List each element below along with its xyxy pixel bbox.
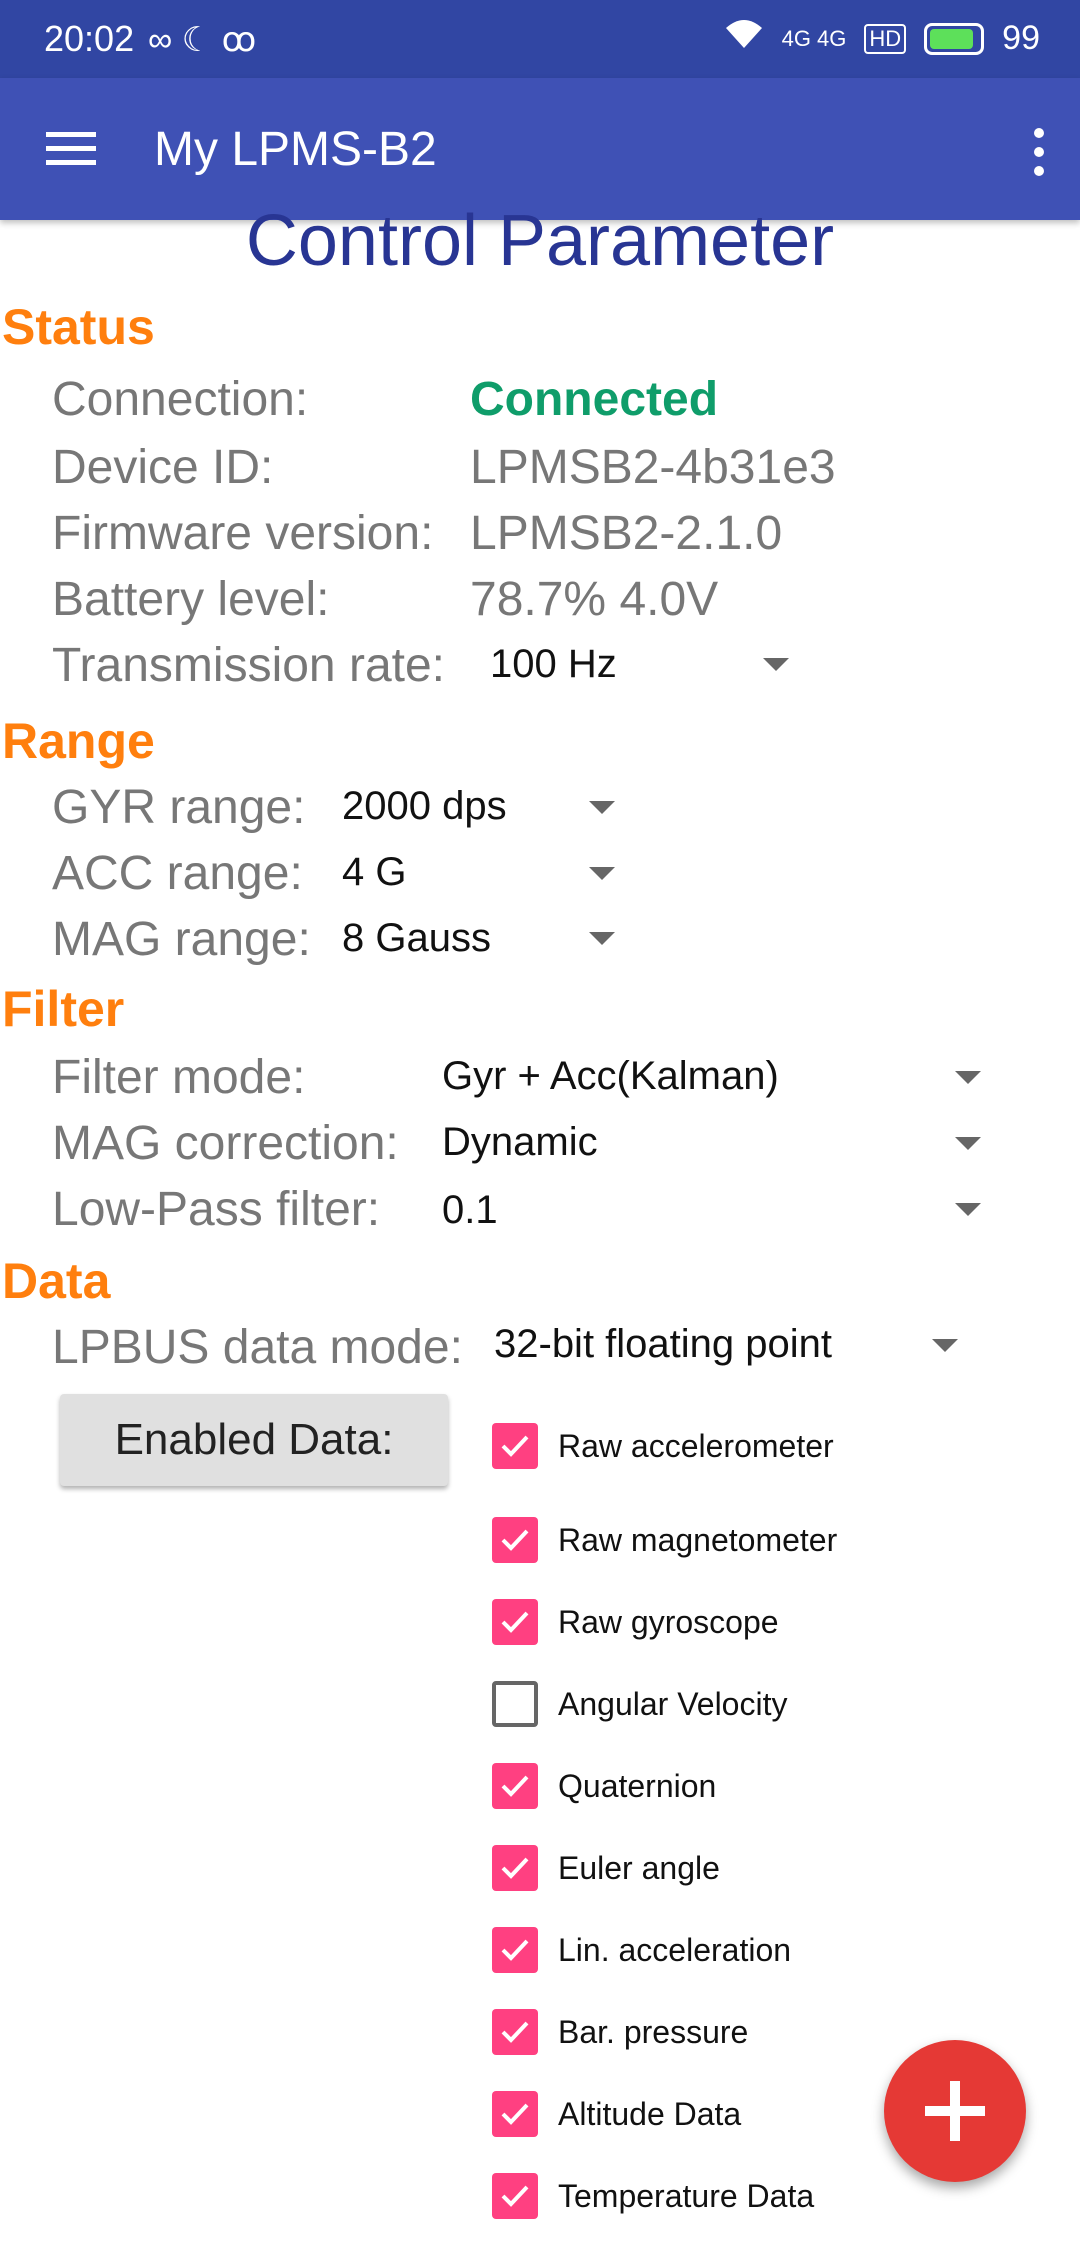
checkbox-checked-icon[interactable] <box>492 1517 538 1563</box>
checkbox-checked-icon[interactable] <box>492 2091 538 2137</box>
data-checkbox-row[interactable]: Bar. pressure <box>492 2009 748 2055</box>
more-options-icon[interactable] <box>1034 128 1046 185</box>
low-pass-filter-value: 0.1 <box>442 1188 498 1232</box>
dropdown-arrow-icon <box>955 1203 981 1216</box>
section-range-heading: Range <box>2 713 155 769</box>
mag-range-label: MAG range: <box>52 913 311 966</box>
hd-icon: HD <box>864 23 907 54</box>
dropdown-arrow-icon <box>932 1339 958 1352</box>
data-checkbox-row[interactable]: Temperature Data <box>492 2173 814 2219</box>
status-right-icons: 4G 4G HD 99 <box>724 18 1040 59</box>
app-title: My LPMS-B2 <box>154 123 437 176</box>
dropdown-arrow-icon <box>763 658 789 671</box>
low-pass-filter-label: Low-Pass filter: <box>52 1183 381 1236</box>
add-fab-button[interactable] <box>884 2040 1026 2182</box>
checkbox-label: Altitude Data <box>558 2095 742 2132</box>
wifi-icon <box>724 18 764 59</box>
checkbox-unchecked-icon[interactable] <box>492 1681 538 1727</box>
page-title: Control Parameter <box>245 201 835 281</box>
battery-level-value: 78.7% 4.0V <box>470 573 719 626</box>
enabled-data-button[interactable]: Enabled Data: <box>60 1394 448 1486</box>
data-checkbox-row[interactable]: Raw accelerometer <box>492 1423 834 1469</box>
data-checkbox-row[interactable]: Raw gyroscope <box>492 1599 779 1645</box>
firmware-value: LPMSB2-2.1.0 <box>470 507 783 560</box>
data-checkbox-row[interactable]: Lin. acceleration <box>492 1927 791 1973</box>
gyr-range-label: GYR range: <box>52 781 306 834</box>
battery-level-label: Battery level: <box>52 573 330 626</box>
firmware-label: Firmware version: <box>52 507 434 560</box>
dropdown-arrow-icon <box>955 1137 981 1150</box>
data-checkbox-row[interactable]: Angular Velocity <box>492 1681 787 1727</box>
menu-icon[interactable] <box>46 132 96 166</box>
battery-percent: 99 <box>1002 19 1040 57</box>
section-data-heading: Data <box>2 1253 111 1309</box>
section-filter-heading: Filter <box>2 981 125 1037</box>
dropdown-arrow-icon <box>955 1071 981 1084</box>
lpbus-data-mode-label: LPBUS data mode: <box>52 1321 463 1374</box>
data-checkbox-row[interactable]: Raw magnetometer <box>492 1517 837 1563</box>
mag-correction-value: Dynamic <box>442 1120 598 1164</box>
checkbox-checked-icon[interactable] <box>492 1845 538 1891</box>
connection-label: Connection: <box>52 373 309 426</box>
filter-mode-value: Gyr + Acc(Kalman) <box>442 1054 779 1098</box>
gyr-range-value: 2000 dps <box>342 784 507 828</box>
checkbox-checked-icon[interactable] <box>492 2173 538 2219</box>
dropdown-arrow-icon <box>589 867 615 880</box>
checkbox-label: Temperature Data <box>558 2177 815 2214</box>
mag-range-value: 8 Gauss <box>342 916 491 960</box>
checkbox-checked-icon[interactable] <box>492 1763 538 1809</box>
checkbox-label: Angular Velocity <box>558 1685 788 1722</box>
filter-mode-label: Filter mode: <box>52 1051 306 1104</box>
data-checkbox-row[interactable]: Euler angle <box>492 1845 720 1891</box>
dropdown-arrow-icon <box>589 932 615 945</box>
checkbox-label: Bar. pressure <box>558 2013 749 2050</box>
checkbox-checked-icon[interactable] <box>492 1927 538 1973</box>
mag-correction-label: MAG correction: <box>52 1117 399 1170</box>
battery-icon <box>924 22 985 55</box>
plus-icon <box>925 2081 985 2141</box>
checkbox-label: Lin. acceleration <box>558 1931 792 1968</box>
transmission-rate-value: 100 Hz <box>490 642 617 686</box>
signal-icon: 4G 4G <box>781 25 847 51</box>
lpbus-data-mode-value: 32-bit floating point <box>494 1322 833 1366</box>
device-id-label: Device ID: <box>52 441 274 494</box>
connection-value: Connected <box>470 373 719 426</box>
transmission-rate-label: Transmission rate: <box>52 639 445 692</box>
status-bar: 20:02 ∞ ☾ ꝏ 4G 4G HD 99 <box>0 0 1080 78</box>
data-checkbox-row[interactable]: Altitude Data <box>492 2091 741 2137</box>
checkbox-checked-icon[interactable] <box>492 1423 538 1469</box>
section-status-heading: Status <box>2 299 155 355</box>
checkbox-label: Raw magnetometer <box>558 1521 838 1558</box>
status-left-icons: ∞ ☾ ꝏ <box>148 21 257 59</box>
device-id-value: LPMSB2-4b31e3 <box>470 441 836 494</box>
data-checkbox-row[interactable]: Quaternion <box>492 1763 716 1809</box>
checkbox-label: Raw gyroscope <box>558 1603 779 1640</box>
status-time: 20:02 <box>44 18 135 59</box>
checkbox-label: Raw accelerometer <box>558 1427 834 1464</box>
checkbox-checked-icon[interactable] <box>492 1599 538 1645</box>
dropdown-arrow-icon <box>589 801 615 814</box>
checkbox-label: Quaternion <box>558 1767 717 1804</box>
app-bar: My LPMS-B2 <box>0 78 1080 220</box>
checkbox-label: Euler angle <box>558 1849 720 1886</box>
acc-range-label: ACC range: <box>52 847 303 900</box>
checkbox-checked-icon[interactable] <box>492 2009 538 2055</box>
acc-range-value: 4 G <box>342 850 407 894</box>
